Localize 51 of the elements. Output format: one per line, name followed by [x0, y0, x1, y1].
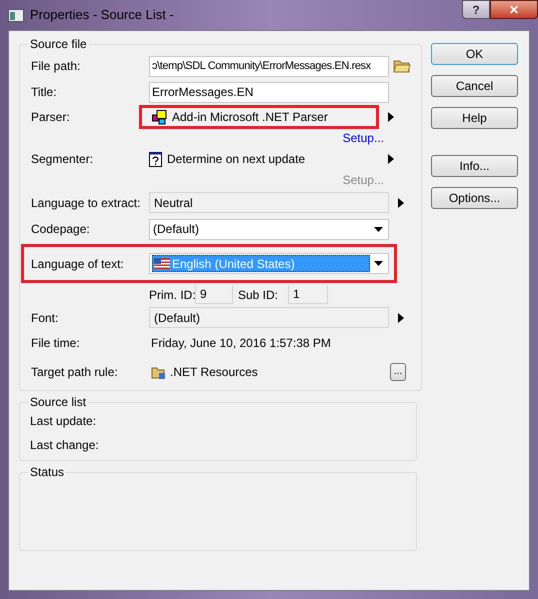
- dialog-button[interactable]: Info...: [431, 155, 518, 177]
- question-icon: [149, 152, 162, 166]
- field-label: Target path rule:: [31, 364, 119, 381]
- dialog-button[interactable]: Options...: [431, 187, 518, 209]
- id-value: 9: [195, 285, 233, 304]
- text-field[interactable]: ɔ\temp\SDL Community\ErrorMessages.EN.resx: [149, 56, 389, 76]
- field-label: Last update:: [30, 413, 98, 430]
- help-button[interactable]: ?: [462, 0, 490, 19]
- field-label: Title:: [31, 84, 58, 101]
- folder-icon: [151, 366, 166, 378]
- module-name: Determine on next update: [167, 151, 306, 168]
- parser-icon: [152, 110, 167, 124]
- dropdown-value: English (United States): [152, 255, 370, 272]
- window-icon: [8, 8, 24, 22]
- flag-icon: [154, 258, 170, 269]
- arrow-right-icon[interactable]: [388, 154, 394, 164]
- dialog-button[interactable]: OK: [431, 43, 518, 65]
- module-name: Add-in Microsoft .NET Parser: [172, 109, 328, 126]
- folder-icon[interactable]: [393, 59, 411, 73]
- caret-icon: [374, 261, 383, 266]
- caret-icon: [374, 226, 383, 232]
- field-label: File path:: [31, 58, 82, 75]
- field-label: Language of text:: [31, 256, 125, 272]
- field-label: Last change:: [30, 437, 100, 454]
- text-field[interactable]: ErrorMessages.EN: [149, 82, 389, 102]
- dropdown-value: (Default): [152, 221, 200, 238]
- readonly-field: Neutral: [149, 192, 389, 213]
- setup-link[interactable]: Setup...: [342, 129, 384, 147]
- dialog-button[interactable]: Help: [431, 107, 518, 129]
- dropdown[interactable]: (Default): [149, 218, 389, 240]
- arrow-right-icon[interactable]: [388, 112, 394, 122]
- id-value: 1: [288, 285, 328, 304]
- group-title: Status: [29, 464, 66, 481]
- dialog-button[interactable]: Cancel: [431, 75, 518, 97]
- field-label: Font:: [31, 310, 60, 326]
- arrow-right-icon[interactable]: [398, 198, 404, 208]
- field-label: Parser:: [31, 109, 71, 126]
- field-label: File time:: [31, 335, 81, 352]
- browse-button[interactable]: ...: [390, 363, 406, 381]
- readonly-field: (Default): [149, 307, 389, 328]
- field-label: Language to extract:: [31, 194, 142, 212]
- group-title: Source list: [29, 394, 88, 411]
- field-label: Sub ID:: [238, 286, 280, 304]
- field-label: Codepage:: [31, 221, 91, 238]
- window-title: Properties - Source List -: [30, 6, 175, 24]
- group-title: Source file: [29, 36, 88, 53]
- field-label: Segmenter:: [31, 151, 94, 168]
- arrow-right-icon[interactable]: [398, 312, 404, 322]
- file-time: Friday, June 10, 2016 1:57:38 PM: [150, 335, 331, 352]
- field-label: Prim. ID:: [149, 286, 195, 304]
- path-rule: .NET Resources: [170, 364, 259, 381]
